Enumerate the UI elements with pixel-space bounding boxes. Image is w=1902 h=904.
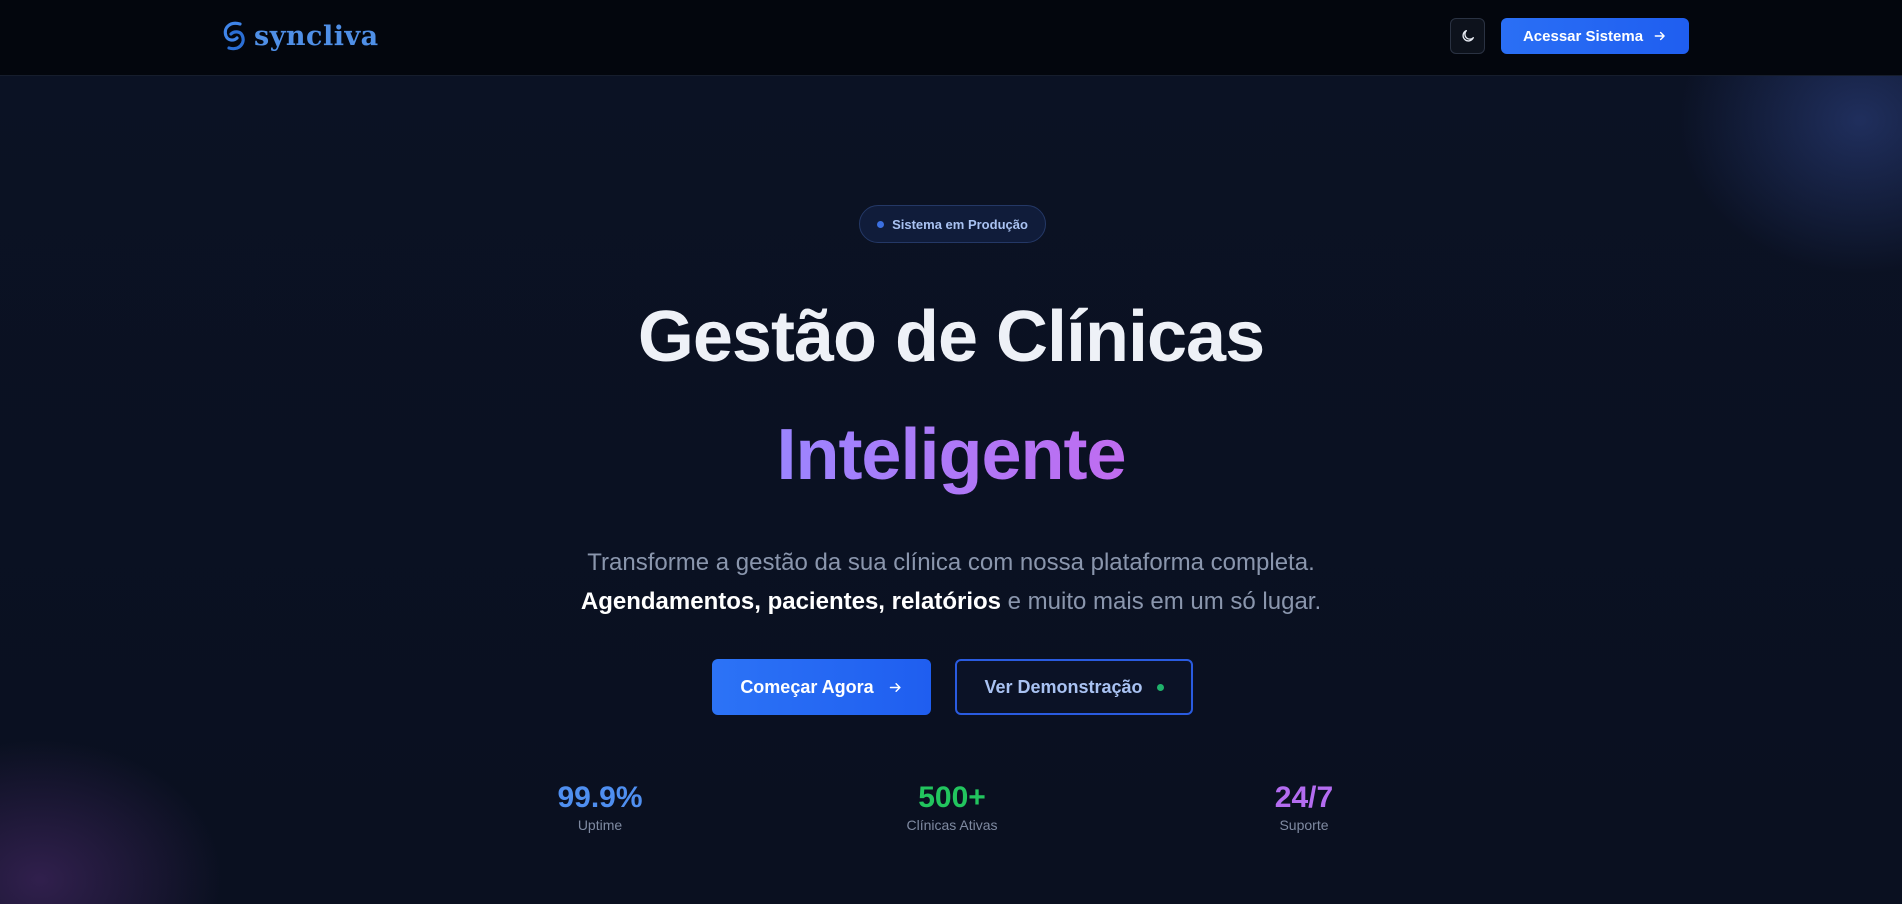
stat-uptime: 99.9% Uptime [500,780,700,833]
view-demo-label: Ver Demonstração [984,676,1143,697]
syncliva-logo-icon [223,21,245,51]
view-demo-button[interactable]: Ver Demonstração [955,659,1193,715]
brand-logo[interactable]: syncliva [220,18,379,54]
brand-name: syncliva [254,20,379,52]
hero-subtitle-rest: e muito mais em um só lugar. [1001,588,1322,615]
stat-active-clinics: 500+ Clínicas Ativas [852,780,1052,833]
hero-subtitle-highlight: Agendamentos, pacientes, relatórios [580,588,1001,615]
stat-label: Suporte [1279,817,1329,833]
stat-label: Clínicas Ativas [906,817,998,833]
start-now-button[interactable]: Começar Agora [712,659,931,715]
stat-support: 24/7 Suporte [1204,780,1404,833]
moon-icon [1461,30,1474,42]
hero-title-highlight: Inteligente [776,415,1126,495]
hero-subtitle-line2: Agendamentos, pacientes, relatórios e mu… [0,582,1902,621]
stat-value: 99.9% [557,781,643,814]
stat-value: 24/7 [1274,781,1334,814]
live-dot-icon [1156,683,1164,691]
hero-subtitle-line1: Transforme a gestão da sua clínica com n… [587,549,1315,576]
stat-label: Uptime [577,817,623,833]
access-system-label: Acessar Sistema [1522,27,1644,45]
status-dot-icon [877,220,885,228]
landing-page: syncliva Acessar Sistema Sistema em Prod… [0,0,1902,904]
hero-title-line2: Inteligente [0,414,1902,496]
top-navbar: syncliva Acessar Sistema [0,0,1902,76]
access-system-button[interactable]: Acessar Sistema [1501,18,1689,54]
theme-toggle-button[interactable] [1450,18,1485,54]
stat-value: 500+ [918,781,986,814]
hero-title-line1: Gestão de Clínicas [637,297,1265,377]
arrow-right-icon [1654,31,1665,41]
start-now-label: Começar Agora [740,676,874,697]
status-badge: Sistema em Produção [859,205,1046,243]
status-badge-label: Sistema em Produção [892,216,1028,232]
arrow-right-icon [889,682,901,692]
